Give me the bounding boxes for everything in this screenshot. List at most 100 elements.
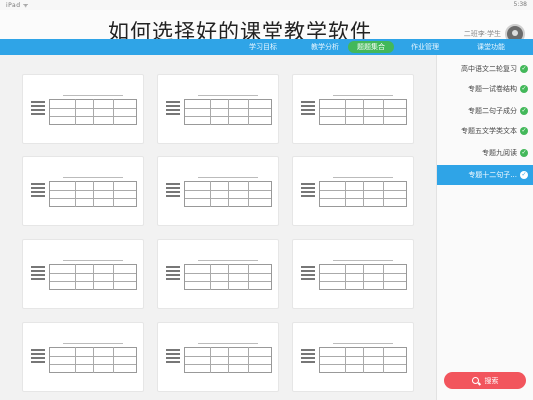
card-header-lines bbox=[301, 183, 315, 203]
worksheet-card[interactable] bbox=[157, 322, 279, 392]
card-table-col bbox=[363, 264, 364, 290]
card-table-col bbox=[345, 99, 346, 125]
card-table-col bbox=[383, 264, 384, 290]
worksheet-card[interactable] bbox=[22, 74, 144, 144]
card-title-line bbox=[63, 260, 123, 261]
check-icon: ✓ bbox=[520, 85, 528, 93]
card-table-col bbox=[210, 264, 211, 290]
card-header-lines bbox=[301, 349, 315, 369]
card-title-line bbox=[333, 260, 393, 261]
card-table-col bbox=[248, 264, 249, 290]
card-table-col bbox=[345, 181, 346, 207]
sidebar-item-label: 专题一试卷结构 bbox=[468, 85, 517, 93]
card-table-col bbox=[93, 99, 94, 125]
worksheet-card[interactable] bbox=[292, 74, 414, 144]
search-button-label: 搜索 bbox=[484, 376, 499, 385]
card-table-col bbox=[363, 181, 364, 207]
tab-4[interactable]: 学习目标 bbox=[236, 41, 290, 53]
card-header-lines bbox=[166, 183, 180, 203]
card-table-col bbox=[248, 181, 249, 207]
tab-1[interactable]: 作业管理 bbox=[398, 41, 452, 53]
card-title-line bbox=[63, 177, 123, 178]
card-table-col bbox=[75, 264, 76, 290]
card-header-lines bbox=[31, 183, 45, 203]
card-table-col bbox=[113, 347, 114, 373]
card-header-lines bbox=[166, 101, 180, 121]
card-title-line bbox=[198, 343, 258, 344]
check-icon: ✓ bbox=[520, 107, 528, 115]
card-title-line bbox=[198, 95, 258, 96]
card-table-col bbox=[75, 347, 76, 373]
worksheet-card[interactable] bbox=[22, 322, 144, 392]
tab-3[interactable]: 题题集合 bbox=[348, 41, 394, 53]
card-table-col bbox=[93, 264, 94, 290]
card-table-col bbox=[228, 99, 229, 125]
card-header-lines bbox=[166, 266, 180, 286]
status-time: 5:38 bbox=[513, 1, 527, 8]
card-table-col bbox=[228, 264, 229, 290]
card-title-line bbox=[198, 177, 258, 178]
sidebar-item-label: 高中语文二轮复习 bbox=[461, 65, 517, 73]
worksheet-card[interactable] bbox=[22, 239, 144, 309]
worksheet-card[interactable] bbox=[157, 239, 279, 309]
sidebar-item[interactable]: 专题十二句子... ✓ bbox=[437, 165, 533, 185]
card-table-col bbox=[93, 181, 94, 207]
check-icon: ✓ bbox=[520, 127, 528, 135]
card-title-line bbox=[333, 343, 393, 344]
card-title-line bbox=[63, 95, 123, 96]
card-table-col bbox=[75, 181, 76, 207]
card-table-col bbox=[228, 181, 229, 207]
card-header-lines bbox=[31, 266, 45, 286]
worksheet-card[interactable] bbox=[292, 239, 414, 309]
sidebar-item[interactable]: 专题一试卷结构 ✓ bbox=[437, 79, 533, 99]
search-icon bbox=[471, 377, 479, 384]
card-title-line bbox=[333, 95, 393, 96]
card-title-line bbox=[198, 260, 258, 261]
worksheet-card[interactable] bbox=[22, 156, 144, 226]
card-table-col bbox=[210, 347, 211, 373]
worksheet-card[interactable] bbox=[157, 74, 279, 144]
card-header-lines bbox=[301, 101, 315, 121]
card-table-col bbox=[75, 99, 76, 125]
card-table-col bbox=[113, 99, 114, 125]
card-header-lines bbox=[166, 349, 180, 369]
card-table-col bbox=[345, 347, 346, 373]
sidebar-item[interactable]: 专题九阅读 ✓ bbox=[437, 143, 533, 163]
card-table-col bbox=[93, 347, 94, 373]
card-table-col bbox=[228, 347, 229, 373]
sidebar-item[interactable]: 高中语文二轮复习 ✓ bbox=[437, 59, 533, 79]
card-title-line bbox=[333, 177, 393, 178]
nav-bar: 课堂功能 作业管理 教学分析 题题集合 学习目标 bbox=[0, 39, 533, 55]
card-table-col bbox=[345, 264, 346, 290]
header: 如何选择好的课堂教学软件 二班李·学生 bbox=[0, 10, 533, 44]
worksheet-card[interactable] bbox=[292, 156, 414, 226]
status-left: iPad ᯤ bbox=[6, 2, 29, 9]
worksheet-card[interactable] bbox=[292, 322, 414, 392]
card-title-line bbox=[63, 343, 123, 344]
card-table-col bbox=[363, 99, 364, 125]
sidebar-item-label: 专题二句子成分 bbox=[468, 107, 517, 115]
card-table-col bbox=[383, 181, 384, 207]
worksheet-grid bbox=[0, 55, 436, 400]
worksheet-card[interactable] bbox=[157, 156, 279, 226]
card-table-col bbox=[383, 347, 384, 373]
tab-2[interactable]: 教学分析 bbox=[298, 41, 352, 53]
card-header-lines bbox=[31, 349, 45, 369]
sidebar: 高中语文二轮复习 ✓ 专题一试卷结构 ✓ 专题二句子成分 ✓ 专题五文学类文本 ✓ 专题九阅读 ✓… bbox=[436, 55, 533, 400]
check-icon: ✓ bbox=[520, 149, 528, 157]
card-table-col bbox=[113, 181, 114, 207]
card-table-col bbox=[210, 99, 211, 125]
tab-0[interactable]: 课堂功能 bbox=[464, 41, 518, 53]
sidebar-item[interactable]: 专题五文学类文本 ✓ bbox=[437, 121, 533, 141]
user-name: 二班李·学生 bbox=[463, 30, 501, 38]
search-button[interactable]: 搜索 bbox=[444, 372, 526, 389]
status-bar: iPad ᯤ 5:38 bbox=[0, 0, 533, 10]
card-header-lines bbox=[301, 266, 315, 286]
sidebar-item-label: 专题九阅读 bbox=[482, 149, 517, 157]
sidebar-item-label: 专题五文学类文本 bbox=[461, 127, 517, 135]
card-table-col bbox=[383, 99, 384, 125]
card-table-col bbox=[210, 181, 211, 207]
sidebar-item-label: 专题十二句子... bbox=[468, 171, 517, 179]
card-table-col bbox=[113, 264, 114, 290]
sidebar-item[interactable]: 专题二句子成分 ✓ bbox=[437, 101, 533, 121]
